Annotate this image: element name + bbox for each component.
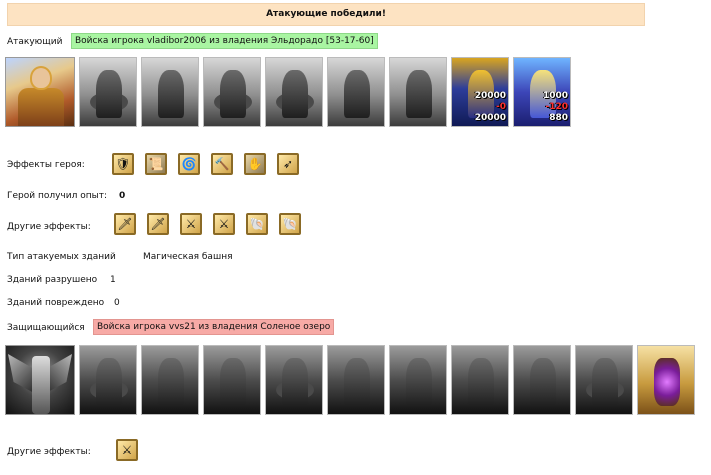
swirl-icon[interactable]: 🌀 [178, 153, 200, 175]
defender-label: Защищающийся [7, 323, 85, 333]
unit-knight[interactable] [141, 57, 199, 127]
experience-label: Герой получил опыт: [7, 191, 107, 201]
unit-rider[interactable] [203, 57, 261, 127]
unit-archer[interactable] [327, 345, 385, 415]
attacker-army-tag[interactable]: Войска игрока vladibor2006 из владения Э… [71, 33, 378, 49]
unit-warlock[interactable] [451, 345, 509, 415]
defender-other-effects-row: ⚔ [116, 439, 138, 461]
dark-scroll-icon[interactable]: 📜 [145, 153, 167, 175]
buildings-destroyed-value: 1 [110, 275, 116, 285]
sword-wing-icon[interactable]: ⚔ [180, 213, 202, 235]
sword-wing-icon[interactable]: ⚔ [116, 439, 138, 461]
scroll-gold-icon[interactable]: 🐚 [279, 213, 301, 235]
unit-swordsman[interactable] [203, 345, 261, 415]
other-effects-row: 🗡 🗡 ⚔ ⚔ 🐚 🐚 [114, 213, 301, 235]
unit-crossbowman[interactable] [327, 57, 385, 127]
attacker-units-row: 20000 -0 20000 1000 -120 880 [5, 57, 571, 127]
unit-pegasus[interactable] [265, 57, 323, 127]
buildings-type-label: Тип атакуемых зданий [7, 252, 116, 262]
sword-icon[interactable]: 🗡 [147, 213, 169, 235]
attacker-hero-portrait[interactable] [5, 57, 75, 127]
sword-icon[interactable]: 🗡 [114, 213, 136, 235]
hero-effects-row: 🛡 📜 🌀 🔨 ✋ ➶ [112, 153, 299, 175]
unit-counts: 20000 -0 20000 [474, 91, 506, 123]
buildings-type-value: Магическая башня [143, 252, 233, 262]
defender-hero-portrait[interactable] [5, 345, 75, 415]
buildings-damaged-value: 0 [114, 298, 120, 308]
hero-effects-label: Эффекты героя: [7, 160, 85, 170]
unit-blade-dancer[interactable] [513, 345, 571, 415]
unit-harpy[interactable] [265, 345, 323, 415]
defender-army-tag[interactable]: Войска игрока vvs21 из владения Соленое … [93, 319, 335, 335]
scroll-gold-icon[interactable]: 🐚 [246, 213, 268, 235]
hammer-icon[interactable]: 🔨 [211, 153, 233, 175]
unit-counts: 1000 -120 880 [542, 91, 568, 123]
shield-icon[interactable]: 🛡 [112, 153, 134, 175]
unit-dark-rider[interactable] [575, 345, 633, 415]
attacker-label: Атакующий [7, 37, 63, 47]
buildings-destroyed-label: Зданий разрушено [7, 275, 98, 285]
other-effects-label: Другие эффекты: [7, 222, 91, 232]
unit-cavalry[interactable] [79, 57, 137, 127]
claw-icon[interactable]: ✋ [244, 153, 266, 175]
unit-angel[interactable]: 1000 -120 880 [513, 57, 571, 127]
defender-units-row [5, 345, 695, 415]
result-banner: Атакующие победили! [7, 3, 645, 26]
buildings-damaged-label: Зданий повреждено [7, 298, 105, 308]
unit-shadow-warrior[interactable] [389, 345, 447, 415]
unit-monk[interactable] [389, 57, 447, 127]
experience-value: 0 [119, 191, 126, 201]
unit-golem[interactable] [79, 345, 137, 415]
defender-other-effects-label: Другие эффекты: [7, 447, 91, 457]
spear-icon[interactable]: ➶ [277, 153, 299, 175]
unit-assassin[interactable] [141, 345, 199, 415]
unit-paladin[interactable]: 20000 -0 20000 [451, 57, 509, 127]
unit-magic-tower[interactable] [637, 345, 695, 415]
sword-wing-icon[interactable]: ⚔ [213, 213, 235, 235]
